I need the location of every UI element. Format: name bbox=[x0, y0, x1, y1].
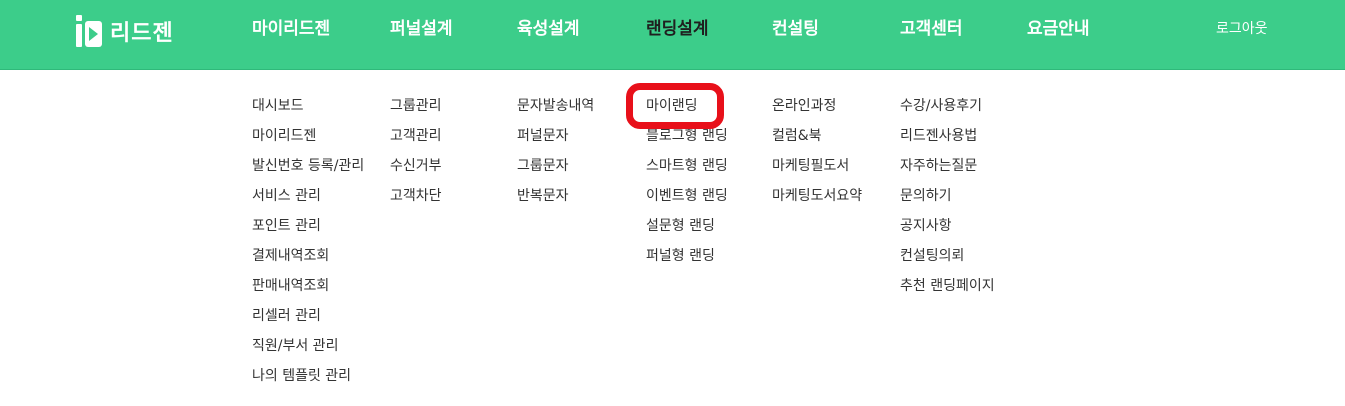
brand-logo[interactable]: 리드젠 bbox=[74, 13, 174, 49]
brand-logo-icon bbox=[76, 15, 102, 47]
submenu-item[interactable]: 문자발송내역 bbox=[517, 94, 594, 124]
brand-name: 리드젠 bbox=[110, 21, 174, 46]
submenu-item[interactable]: 수강/사용후기 bbox=[900, 94, 995, 124]
nav-my-leadgen[interactable]: 마이리드젠 bbox=[252, 17, 330, 41]
nav-landing-design[interactable]: 랜딩설계 bbox=[646, 17, 709, 41]
submenu-item[interactable]: 반복문자 bbox=[517, 184, 594, 214]
nav-funnel-design[interactable]: 퍼널설계 bbox=[390, 17, 453, 41]
submenu-nurture-design: 문자발송내역 퍼널문자 그룹문자 반복문자 bbox=[517, 94, 594, 214]
submenu-item[interactable]: 추천 랜딩페이지 bbox=[900, 274, 995, 304]
submenu-item[interactable]: 마케팅도서요약 bbox=[772, 184, 862, 214]
nav-nurture-design[interactable]: 육성설계 bbox=[517, 17, 580, 41]
submenu-item[interactable]: 리드젠사용법 bbox=[900, 124, 995, 154]
logout-link[interactable]: 로그아웃 bbox=[1216, 19, 1268, 39]
submenu-item-my-landing[interactable]: 마이랜딩 bbox=[646, 94, 728, 124]
submenu-item[interactable]: 자주하는질문 bbox=[900, 154, 995, 184]
submenu-item[interactable]: 판매내역조회 bbox=[252, 274, 364, 304]
submenu-item[interactable]: 블로그형 랜딩 bbox=[646, 124, 728, 154]
submenu-customer-center: 수강/사용후기 리드젠사용법 자주하는질문 문의하기 공지사항 컨설팅의뢰 추천… bbox=[900, 94, 995, 304]
submenu-item[interactable]: 이벤트형 랜딩 bbox=[646, 184, 728, 214]
submenu-item[interactable]: 직원/부서 관리 bbox=[252, 334, 364, 364]
submenu-my-leadgen: 대시보드 마이리드젠 발신번호 등록/관리 서비스 관리 포인트 관리 결제내역… bbox=[252, 94, 364, 394]
submenu-item[interactable]: 고객관리 bbox=[390, 124, 442, 154]
nav-customer-center[interactable]: 고객센터 bbox=[900, 17, 963, 41]
submenu-item[interactable]: 공지사항 bbox=[900, 214, 995, 244]
submenu-item[interactable]: 퍼널문자 bbox=[517, 124, 594, 154]
submenu-item[interactable]: 리셀러 관리 bbox=[252, 304, 364, 334]
submenu-item[interactable]: 문의하기 bbox=[900, 184, 995, 214]
submenu-item[interactable]: 퍼널형 랜딩 bbox=[646, 244, 728, 274]
submenu-item[interactable]: 서비스 관리 bbox=[252, 184, 364, 214]
top-navigation-bar: 리드젠 마이리드젠 퍼널설계 육성설계 랜딩설계 컨설팅 고객센터 요금안내 로… bbox=[0, 0, 1345, 70]
submenu-item[interactable]: 그룹문자 bbox=[517, 154, 594, 184]
submenu-item[interactable]: 수신거부 bbox=[390, 154, 442, 184]
submenu-item[interactable]: 마이리드젠 bbox=[252, 124, 364, 154]
submenu-funnel-design: 그룹관리 고객관리 수신거부 고객차단 bbox=[390, 94, 442, 214]
submenu-item[interactable]: 포인트 관리 bbox=[252, 214, 364, 244]
nav-consulting[interactable]: 컨설팅 bbox=[772, 17, 819, 41]
submenu-landing-design: 마이랜딩 블로그형 랜딩 스마트형 랜딩 이벤트형 랜딩 설문형 랜딩 퍼널형 … bbox=[646, 94, 728, 274]
submenu-item[interactable]: 컬럼&북 bbox=[772, 124, 862, 154]
submenu-consulting: 온라인과정 컬럼&북 마케팅필도서 마케팅도서요약 bbox=[772, 94, 862, 214]
submenu-item[interactable]: 그룹관리 bbox=[390, 94, 442, 124]
nav-pricing[interactable]: 요금안내 bbox=[1027, 17, 1090, 41]
submenu-item[interactable]: 나의 템플릿 관리 bbox=[252, 364, 364, 394]
submenu-item[interactable]: 컨설팅의뢰 bbox=[900, 244, 995, 274]
submenu-item[interactable]: 설문형 랜딩 bbox=[646, 214, 728, 244]
submenu-item[interactable]: 결제내역조회 bbox=[252, 244, 364, 274]
submenu-item[interactable]: 마케팅필도서 bbox=[772, 154, 862, 184]
submenu-item[interactable]: 고객차단 bbox=[390, 184, 442, 214]
submenu-item[interactable]: 발신번호 등록/관리 bbox=[252, 154, 364, 184]
submenu-item[interactable]: 대시보드 bbox=[252, 94, 364, 124]
submenu-item[interactable]: 스마트형 랜딩 bbox=[646, 154, 728, 184]
submenu-item[interactable]: 온라인과정 bbox=[772, 94, 862, 124]
